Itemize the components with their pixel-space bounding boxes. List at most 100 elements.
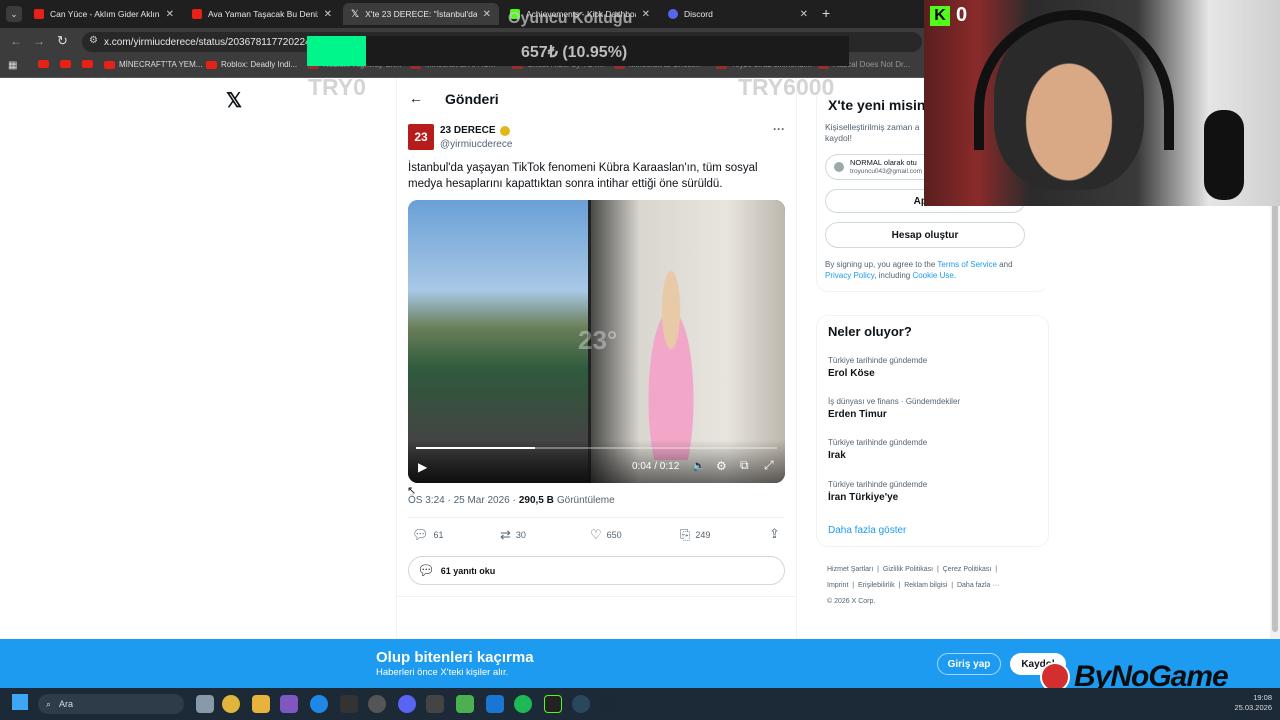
taskbar-clock[interactable]: 19:08 25.03.2026 (1226, 693, 1272, 713)
url-text: x.com/yirmiucderece/status/2036781177202… (104, 36, 322, 48)
overlay-min: TRY0 (308, 74, 366, 100)
reply-button[interactable]: 💬︎ 61 (412, 527, 444, 543)
browser-tab[interactable]: Ava Yaman Taşacak Bu Deniz O✕ (184, 3, 340, 25)
video-progress-track[interactable] (416, 447, 777, 449)
terms-link[interactable]: Terms of Service (937, 260, 997, 269)
youtube-icon (82, 60, 93, 68)
video-watermark: 23° (578, 325, 618, 355)
footer-link[interactable]: Gizlilik Politikası (883, 566, 933, 573)
apps-icon[interactable]: ▦ (8, 60, 17, 71)
comment-icon: 💬︎ (417, 562, 435, 578)
video-progress-fill (416, 447, 536, 449)
close-icon[interactable]: ✕ (642, 9, 650, 20)
footer-link[interactable]: Çerez Politikası (943, 566, 992, 573)
discord-icon[interactable] (398, 695, 416, 713)
privacy-link[interactable]: Privacy Policy (825, 271, 874, 280)
user-avatar-icon (834, 162, 844, 172)
trends-title: Neler oluyor? (828, 324, 912, 339)
trend-item[interactable]: Türkiye tarihinde gündemde İran Türkiye'y… (828, 480, 927, 503)
app-icon[interactable] (340, 695, 358, 713)
close-icon[interactable]: ✕ (166, 9, 174, 20)
footer-link[interactable]: Daha fazla ··· (957, 582, 999, 589)
app-icon[interactable] (280, 695, 298, 713)
steam-icon[interactable] (602, 695, 620, 713)
close-icon[interactable]: ✕ (800, 9, 808, 20)
app-icon[interactable] (426, 695, 444, 713)
pip-icon[interactable]: ⧉ (740, 458, 749, 473)
play-icon[interactable]: ▶ (418, 460, 427, 474)
obs-icon[interactable] (368, 695, 386, 713)
trend-item[interactable]: Türkiye tarihinde gündemde Irak (828, 438, 927, 461)
site-info-icon[interactable]: ⚙ (89, 35, 98, 46)
youtube-icon (38, 60, 49, 68)
search-icon: ⌕ (46, 698, 52, 709)
back-icon[interactable]: ← (10, 34, 22, 48)
youtube-icon (192, 9, 202, 19)
footer-link[interactable]: Hizmet Şartları (827, 566, 873, 573)
bookmark-youtube[interactable] (82, 60, 97, 68)
fullscreen-icon[interactable]: ⤢ (764, 458, 774, 473)
webcam-overlay: K 0 (924, 0, 1280, 206)
footer-link[interactable]: Imprint (827, 582, 848, 589)
youtube-icon (206, 60, 217, 69)
kick-logo-icon: K (930, 5, 950, 26)
taskbar-search[interactable]: ⌕ Ara (38, 694, 184, 714)
trend-item[interactable]: Türkiye tarihinde gündemde Erol Köse (828, 356, 927, 379)
settings-icon[interactable]: ⚙ (716, 459, 727, 473)
like-button[interactable]: ♡ 650 (590, 527, 622, 543)
bookmark-item[interactable]: Roblox: Deadly Indi... (206, 60, 297, 69)
back-arrow-icon[interactable]: ← (409, 90, 423, 106)
avatar[interactable]: 23 (408, 124, 434, 150)
app-icon[interactable] (486, 695, 504, 713)
minecraft-icon[interactable] (456, 695, 474, 713)
footer-links: Hizmet Şartları | Gizlilik Politikası | … (827, 566, 1000, 605)
spotify-icon[interactable] (514, 695, 532, 713)
more-options-icon[interactable]: ··· (773, 122, 785, 136)
browser-tab[interactable]: Can Yüce - Aklım Gider Aklına (✕ (26, 3, 182, 25)
trend-item[interactable]: İş dünyası ve finans · Gündemdekiler Erde… (828, 397, 960, 420)
browser-tab-active[interactable]: 𝕏 X'te 23 DERECE: "İstanbul'da ya ✕ (343, 3, 499, 25)
x-logo-icon[interactable]: 𝕏 (226, 88, 242, 113)
bookmark-youtube[interactable] (60, 60, 75, 68)
video-time: 0:04 / 0:12 (632, 461, 680, 472)
new-tab-button[interactable]: + (822, 5, 830, 21)
close-icon[interactable]: ✕ (324, 9, 332, 20)
folder-icon[interactable] (252, 695, 270, 713)
create-account-button[interactable]: Hesap oluştur (825, 222, 1025, 248)
volume-icon[interactable]: 🔈 (692, 459, 706, 472)
windows-start-icon[interactable] (12, 694, 28, 710)
google-signin-button[interactable]: NORMAL olarak otu troyuncu043@gmail.com (825, 154, 935, 180)
bookmark-youtube[interactable] (38, 60, 53, 68)
close-icon[interactable]: ✕ (483, 9, 491, 20)
footer-link[interactable]: Reklam bilgisi (904, 582, 947, 589)
reload-icon[interactable]: ↻ (57, 33, 68, 49)
edge-icon[interactable] (310, 695, 328, 713)
chrome-icon[interactable] (222, 695, 240, 713)
tweet-meta: ÖS 3:24 · 25 Mar 2026 · 290,5 B Görüntül… (408, 495, 615, 506)
steam-icon[interactable] (572, 695, 590, 713)
read-replies-button[interactable]: 💬︎ 61 yanıtı oku (408, 556, 785, 585)
footer-link[interactable]: Erişilebilirlik (858, 582, 895, 589)
youtube-icon (60, 60, 71, 68)
task-view-icon[interactable] (196, 695, 214, 713)
reply-icon: 💬︎ (412, 527, 429, 542)
share-icon[interactable]: ⇪ (769, 526, 780, 542)
show-more-link[interactable]: Daha fazla göster (828, 525, 906, 536)
bookmark-item[interactable]: MİNECRAFT'TA YEM... (104, 60, 202, 69)
youtube-icon (34, 9, 44, 19)
tab-search-button[interactable]: ⌄ (6, 6, 22, 22)
bookmark-button[interactable]: ⎘ 249 (680, 527, 710, 543)
banner-title: Olup bitenleri kaçırma (376, 649, 534, 666)
tweet-author-handle[interactable]: @yirmiucderece (440, 139, 512, 150)
tweet-video[interactable]: 23° ▶ 0:04 / 0:12 🔈 ⚙ ⧉ ⤢ (408, 200, 785, 483)
tweet-author-name[interactable]: 23 DERECE (440, 125, 510, 136)
cookie-link[interactable]: Cookie Use (912, 271, 953, 280)
login-button[interactable]: Giriş yap (937, 653, 1001, 675)
repost-button[interactable]: ⇄ 30 (500, 527, 526, 543)
signup-legal: By signing up, you agree to the Terms of… (825, 260, 1013, 280)
forward-icon[interactable]: → (33, 34, 45, 48)
page-title: Gönderi (445, 91, 499, 107)
column-divider (396, 78, 397, 638)
kick-icon[interactable] (544, 695, 562, 713)
browser-tab[interactable]: Discord ✕ (660, 3, 816, 25)
